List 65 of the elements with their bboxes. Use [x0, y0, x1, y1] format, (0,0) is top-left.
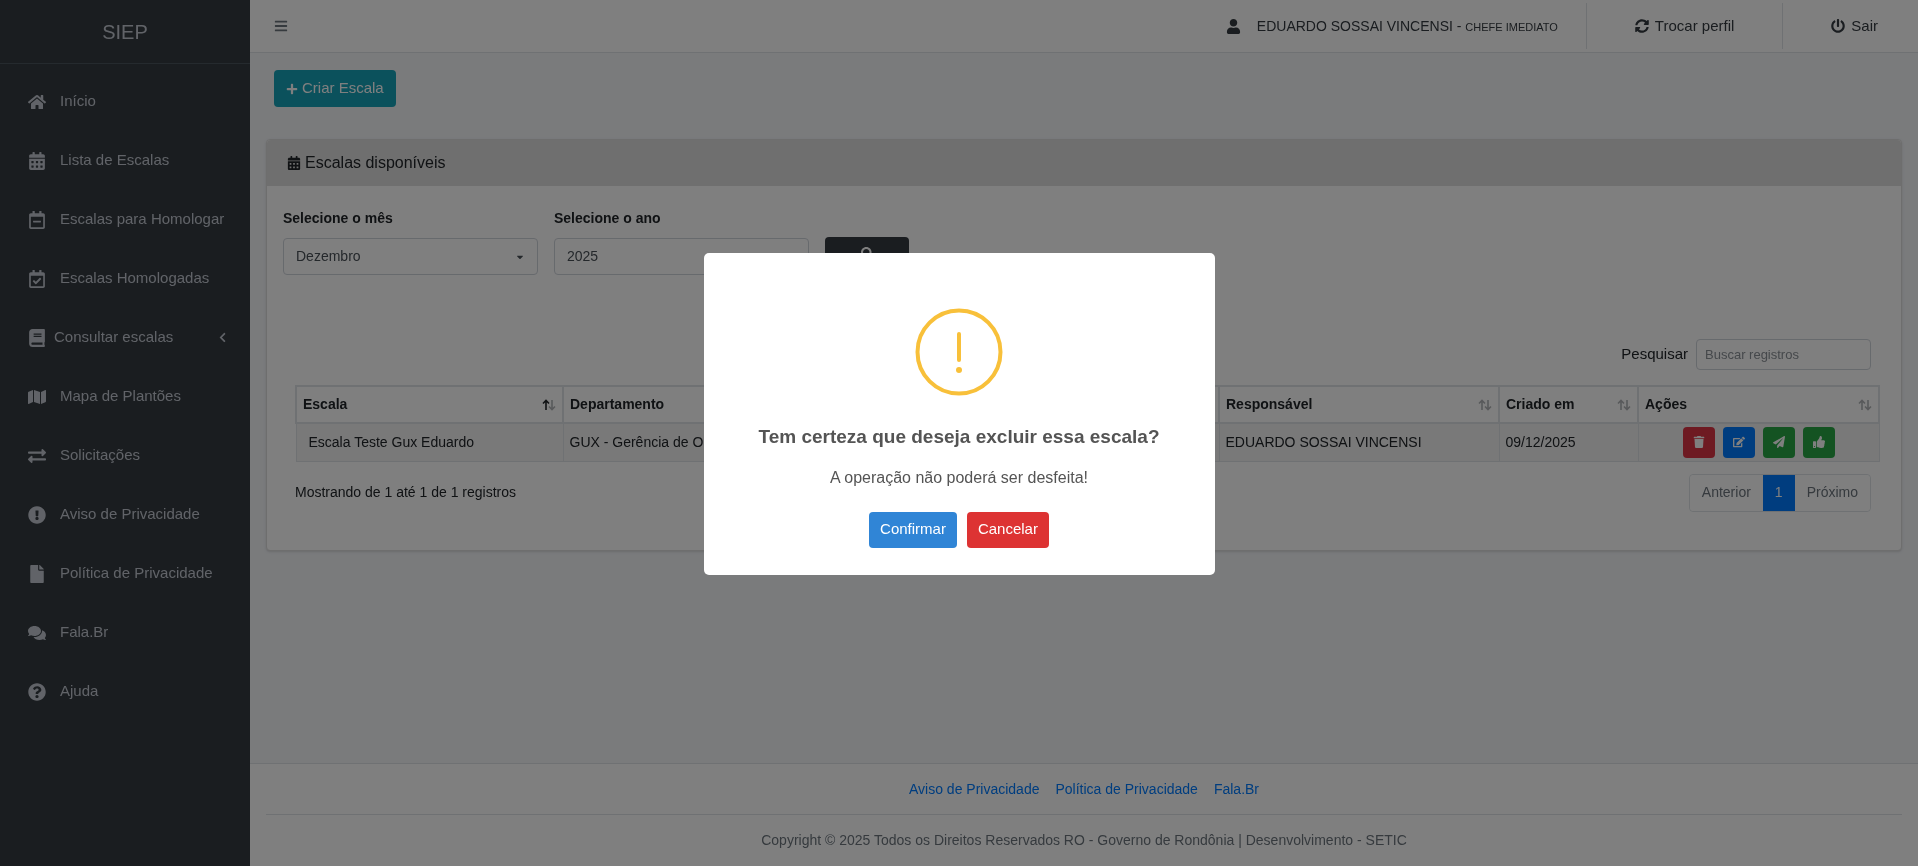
- home-icon: [28, 92, 46, 111]
- send-button[interactable]: [1762, 426, 1795, 458]
- confirm-button[interactable]: Confirmar: [869, 511, 957, 548]
- column-header[interactable]: Escala: [296, 386, 563, 423]
- dialog-message: A operação não poderá ser desfeita!: [830, 467, 1088, 488]
- header-link[interactable]: Sair: [1782, 3, 1894, 49]
- user-icon: [1225, 18, 1241, 34]
- user-name: EDUARDO SOSSAI VINCENSI - CHEFE IMEDIATO: [1256, 16, 1558, 36]
- month-select[interactable]: Dezembro: [283, 238, 538, 275]
- column-header[interactable]: Responsável: [1219, 386, 1499, 423]
- table-cell: EDUARDO SOSSAI VINCENSI: [1219, 423, 1499, 461]
- power-icon: [1831, 19, 1846, 33]
- column-header[interactable]: Criado em: [1499, 386, 1638, 423]
- sidebar-item[interactable]: Política de Privacidade: [0, 544, 250, 603]
- calendar-check-icon: [28, 269, 46, 288]
- sidebar-item[interactable]: Escalas Homologadas: [0, 249, 250, 308]
- sidebar-item[interactable]: Fala.Br: [0, 603, 250, 662]
- book-icon: [28, 328, 46, 347]
- cancel-button[interactable]: Cancelar: [966, 511, 1049, 548]
- paper-plane-icon: [1772, 436, 1785, 449]
- table-cell: 09/12/2025: [1499, 423, 1638, 461]
- calendar-minus-icon: [28, 210, 46, 229]
- trash-icon: [1692, 436, 1705, 449]
- sidebar-item[interactable]: Mapa de Plantões: [0, 367, 250, 426]
- menu-icon[interactable]: [274, 19, 288, 33]
- brand-title: SIEP: [102, 19, 148, 45]
- help-icon: [28, 682, 46, 701]
- sidebar-item[interactable]: Início: [0, 72, 250, 131]
- footer-link[interactable]: Fala.Br: [1213, 778, 1259, 800]
- column-header[interactable]: Ações: [1638, 386, 1879, 423]
- sidebar-item[interactable]: Consultar escalas: [0, 308, 250, 367]
- table-info: Mostrando de 1 até 1 de 1 registros: [295, 483, 517, 502]
- search-field[interactable]: Buscar registros: [1696, 339, 1871, 370]
- field-label: Selecione o mês: [283, 209, 394, 228]
- sidebar-item[interactable]: Solicitações: [0, 426, 250, 485]
- page-link[interactable]: 1: [1762, 474, 1795, 511]
- copyright-text: Copyright © 2025 Todos os Direitos Reservados RO - Governo de Rondônia | Desenvolvimento - SETIC: [761, 831, 1407, 850]
- edit-button[interactable]: [1722, 426, 1755, 458]
- map-icon: [28, 387, 46, 406]
- sidebar-item[interactable]: Escalas para Homologar: [0, 190, 250, 249]
- chat-bubbles-icon: [28, 623, 46, 642]
- footer-link[interactable]: Aviso de Privacidade: [909, 778, 1040, 800]
- sidebar-item[interactable]: Aviso de Privacidade: [0, 485, 250, 544]
- warning-icon: [915, 308, 1003, 396]
- edit-icon: [1732, 436, 1745, 449]
- exclamation-icon: [28, 505, 46, 524]
- field-label: Selecione o ano: [554, 209, 662, 228]
- search-label: Pesquisar: [1621, 344, 1688, 365]
- approve-button[interactable]: [1802, 426, 1835, 458]
- create-button[interactable]: Criar Escala: [274, 70, 396, 107]
- thumbs-up-icon: [1812, 436, 1825, 449]
- sidebar-item[interactable]: Ajuda: [0, 662, 250, 721]
- header-link[interactable]: Trocar perfil: [1585, 3, 1783, 49]
- table-cell: Escala Teste Gux Eduardo: [296, 423, 563, 461]
- sidebar-item[interactable]: Lista de Escalas: [0, 131, 250, 190]
- dialog-title: Tem certeza que deseja excluir essa escala?: [758, 425, 1160, 449]
- calendar-icon: [287, 156, 301, 170]
- arrows-icon: [28, 446, 46, 465]
- file-icon: [28, 564, 46, 583]
- plus-icon: [286, 82, 298, 95]
- footer-link[interactable]: Política de Privacidade: [1055, 778, 1198, 800]
- calendar-icon: [28, 151, 46, 170]
- delete-button[interactable]: [1682, 426, 1715, 458]
- refresh-icon: [1634, 19, 1649, 33]
- card-title: Escalas disponíveis: [305, 153, 446, 173]
